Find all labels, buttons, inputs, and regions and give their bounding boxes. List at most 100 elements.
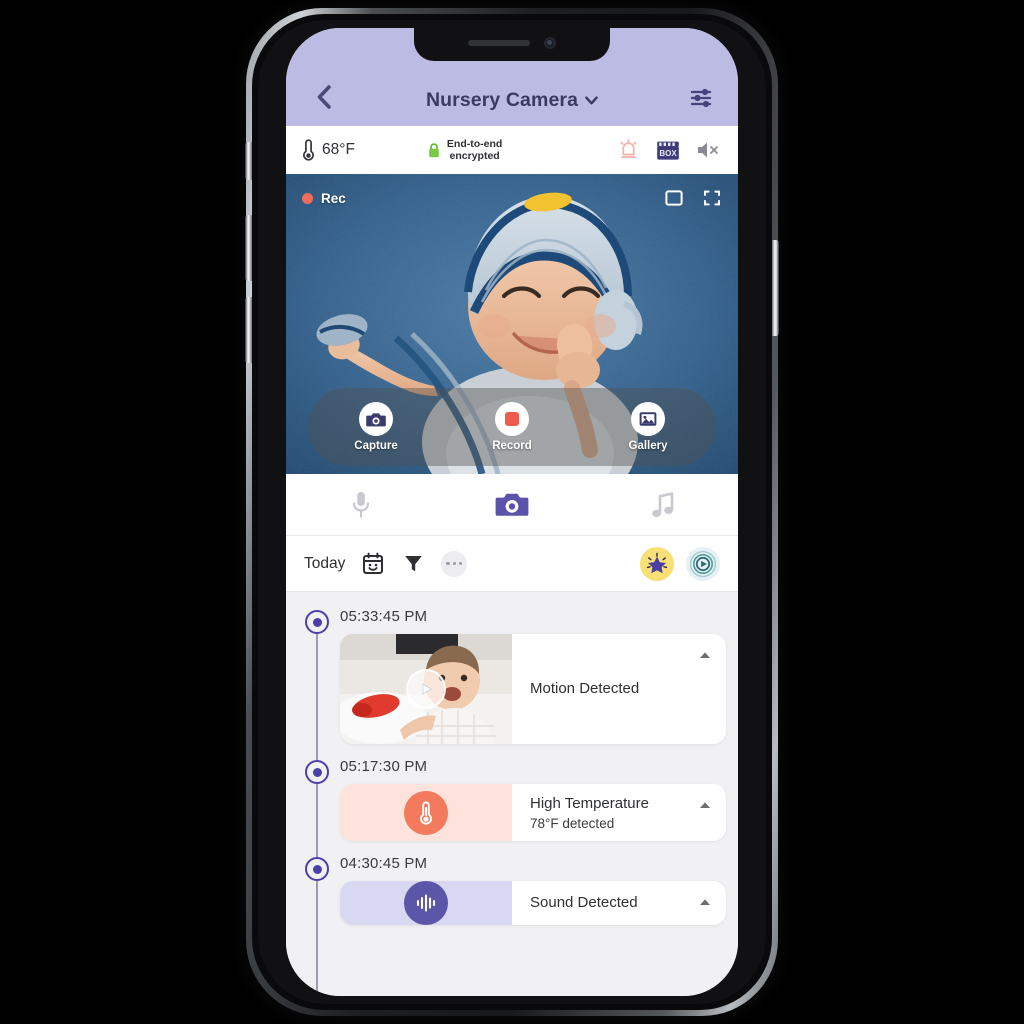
encryption-text: End-to-end encrypted [447, 138, 502, 163]
phone-notch [414, 28, 610, 61]
record-dot-icon [302, 192, 313, 204]
mute-button[interactable] [696, 138, 720, 162]
live-view-button[interactable] [686, 546, 720, 581]
event-icon-panel [340, 881, 512, 925]
event-title: Motion Detected [530, 680, 640, 697]
camera-name-dropdown[interactable]: Nursery Camera [338, 89, 686, 112]
event-time: 05:33:45 PM [340, 608, 428, 625]
record-button[interactable]: Record [466, 402, 558, 452]
event-card-motion[interactable]: Motion Detected [340, 634, 726, 744]
thermometer-icon [420, 800, 432, 825]
event-subtitle: 78°F detected [530, 816, 615, 831]
recordings-button[interactable]: BOX [656, 138, 680, 162]
timeline-dot [305, 610, 329, 634]
phone-screen: Nursery Camera 68°F End-to-end encrypted… [286, 28, 738, 996]
status-actions: BOX [616, 138, 724, 162]
caret-up-icon[interactable] [698, 650, 712, 660]
thermometer-icon [303, 139, 314, 161]
event-timeline: 05:33:45 PM Motion Detected 05:17:30 PM … [286, 592, 738, 996]
timeline-dot-core [312, 864, 322, 874]
rec-label: Rec [321, 190, 346, 206]
encryption-line-2: encrypted [449, 150, 500, 162]
live-video-feed[interactable]: Rec Capture Record Gallery [286, 174, 738, 474]
funnel-filter-icon [405, 556, 422, 572]
front-camera-icon [544, 37, 556, 49]
dot-2 [452, 561, 457, 566]
today-label[interactable]: Today [304, 555, 345, 573]
picture-in-picture-icon[interactable] [664, 188, 684, 208]
chevron-left-icon [317, 85, 331, 109]
caret-up-icon[interactable] [698, 897, 712, 907]
movie-clapper-icon: BOX [657, 141, 679, 160]
chevron-down-icon [585, 96, 598, 105]
tab-microphone[interactable] [286, 489, 437, 521]
event-title: Sound Detected [530, 894, 638, 911]
timeline-quick-actions [640, 546, 720, 581]
earpiece-speaker-icon [468, 40, 530, 46]
capture-label: Capture [354, 440, 398, 452]
alarm-button[interactable] [616, 138, 640, 162]
play-button[interactable] [406, 669, 446, 709]
event-text: Motion Detected [512, 634, 726, 744]
event-card-sound[interactable]: Sound Detected [340, 881, 726, 925]
camera-icon [366, 412, 386, 426]
record-icon-circle [495, 402, 529, 436]
event-text: High Temperature 78°F detected [512, 784, 726, 841]
alarm-siren-icon [620, 139, 636, 158]
silent-switch-button[interactable] [245, 142, 252, 180]
temperature-value: 68°F [322, 141, 355, 158]
sparkle-star-icon [646, 552, 668, 573]
gallery-button[interactable]: Gallery [602, 402, 694, 452]
tab-camera[interactable] [437, 490, 588, 519]
calendar-button[interactable] [361, 552, 385, 576]
sliders-settings-icon [690, 88, 712, 108]
lock-icon [429, 142, 439, 157]
timeline-filter-bar: Today [286, 536, 738, 592]
back-button[interactable] [308, 82, 338, 112]
live-play-target-icon [689, 550, 717, 577]
fullscreen-expand-icon[interactable] [702, 188, 722, 208]
video-view-actions [664, 188, 722, 208]
event-time: 04:30:45 PM [340, 855, 428, 872]
event-text: Sound Detected [512, 881, 726, 925]
timeline-dot-core [312, 767, 322, 777]
video-top-controls: Rec [286, 184, 738, 212]
event-video-thumbnail[interactable] [340, 634, 512, 744]
video-action-bar: Capture Record Gallery [308, 388, 716, 466]
volume-down-button[interactable] [245, 297, 252, 363]
play-icon [422, 683, 432, 695]
tab-lullaby[interactable] [587, 491, 738, 519]
dot-1 [446, 561, 451, 566]
record-dot-icon [505, 412, 519, 426]
sound-icon-badge [404, 881, 448, 925]
settings-button[interactable] [686, 84, 716, 112]
caret-up-icon[interactable] [698, 800, 712, 810]
event-icon-panel [340, 784, 512, 841]
status-strip: 68°F End-to-end encrypted BOX [286, 126, 738, 174]
music-note-icon [651, 491, 673, 517]
timeline-event: 04:30:45 PM Sound Detected [286, 855, 738, 925]
more-options-button[interactable] [441, 550, 468, 577]
volume-up-button[interactable] [245, 215, 252, 281]
page-title: Nursery Camera [425, 89, 579, 111]
capture-icon-circle [359, 402, 393, 436]
image-gallery-icon [639, 412, 657, 426]
gallery-label: Gallery [628, 440, 668, 452]
recording-indicator: Rec [302, 191, 346, 206]
event-time: 05:17:30 PM [340, 758, 428, 775]
record-label: Record [492, 440, 532, 452]
power-button[interactable] [772, 240, 779, 336]
temperature-icon-badge [404, 790, 448, 835]
event-card-temperature[interactable]: High Temperature 78°F detected [340, 784, 726, 841]
highlights-button[interactable] [640, 546, 674, 581]
timeline-dot [305, 857, 329, 881]
camera-icon [495, 493, 529, 516]
timeline-dot-core [312, 617, 322, 627]
sound-waveform-icon [416, 894, 436, 912]
timeline-dot [305, 760, 329, 784]
capture-button[interactable]: Capture [330, 402, 422, 452]
timeline-event: 05:17:30 PM High Temperature 78°F detect… [286, 758, 738, 841]
filter-button[interactable] [401, 552, 425, 576]
dot-3 [458, 561, 463, 566]
mode-tab-bar [286, 474, 738, 536]
